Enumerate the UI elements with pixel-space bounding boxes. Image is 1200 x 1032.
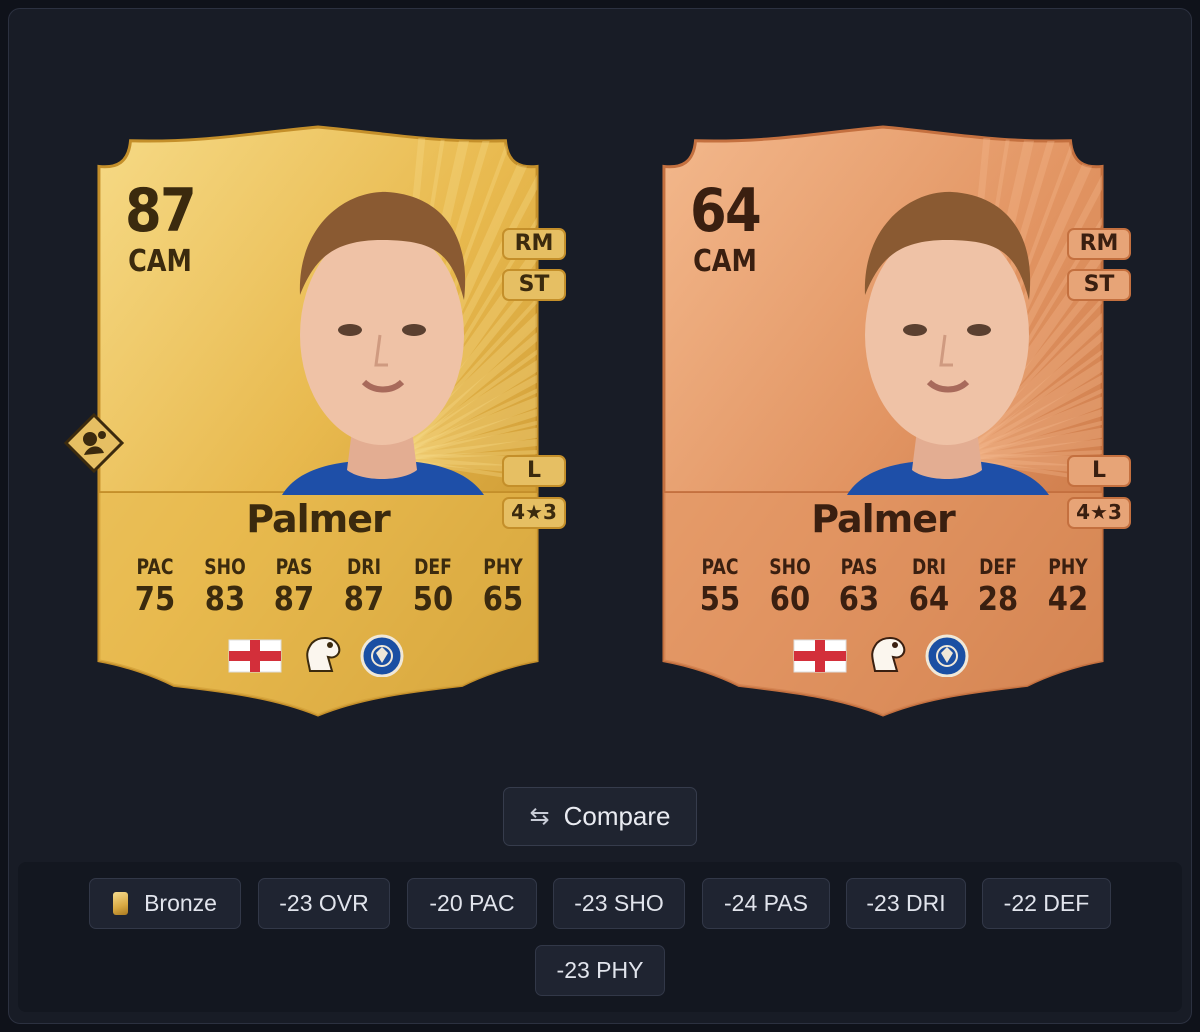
stat-pac: PAC 75 — [124, 555, 186, 619]
alt-position-chip: ST — [502, 269, 566, 301]
stat-value: 42 — [1047, 579, 1089, 618]
differences-panel: Bronze -23 OVR -20 PAC -23 SHO -24 PAS -… — [18, 862, 1182, 1012]
stat-value: 50 — [413, 579, 454, 618]
stat-value: 87 — [273, 579, 315, 618]
stat-phy: PHY 65 — [472, 555, 534, 619]
stat-value: 65 — [482, 579, 524, 618]
preferred-foot-chip: L — [502, 455, 566, 487]
stat-label: DEF — [979, 555, 1018, 579]
diff-pill-pac[interactable]: -20 PAC — [407, 878, 537, 929]
diff-pill-ovr[interactable]: -23 OVR — [258, 878, 390, 929]
diff-label: -22 DEF — [1003, 890, 1090, 916]
stat-value: 63 — [838, 579, 880, 618]
playstyle-plus-icon — [64, 413, 124, 473]
diff-pill-tier[interactable]: Bronze — [89, 878, 241, 929]
stat-label: DEF — [414, 555, 453, 579]
diff-label: -23 SHO — [574, 890, 664, 916]
stat-label: DRI — [346, 555, 381, 579]
stat-phy: PHY 42 — [1037, 555, 1099, 619]
diff-pill-dri[interactable]: -23 DRI — [846, 878, 966, 929]
stat-label: PAS — [275, 555, 313, 579]
alt-position-chip: ST — [1067, 269, 1131, 301]
diff-label: -23 OVR — [279, 890, 369, 916]
compare-label: Compare — [563, 801, 671, 831]
player-portrait — [847, 191, 1049, 495]
compare-button[interactable]: ⇆ Compare — [503, 787, 697, 846]
swap-arrows-icon: ⇆ — [529, 803, 550, 830]
alt-position-chip: RM — [1067, 228, 1131, 260]
england-flag-icon — [228, 639, 282, 673]
player-name: Palmer — [811, 497, 956, 541]
diff-label: -20 PAC — [429, 890, 515, 916]
diff-pill-sho[interactable]: -23 SHO — [553, 878, 685, 929]
stat-dri: DRI 64 — [898, 555, 960, 619]
premier-league-icon — [306, 637, 341, 672]
england-flag-icon — [793, 639, 847, 673]
preferred-foot-chip: L — [1067, 455, 1131, 487]
player-card-bronze[interactable]: 64 CAM RM ST L 4★3 Palmer PAC 55 SHO 60 PA… — [657, 125, 1131, 717]
stat-label: PHY — [1048, 555, 1088, 579]
stat-sho: SHO 83 — [194, 555, 256, 619]
stat-label: PAC — [701, 555, 739, 579]
chelsea-crest-icon — [360, 634, 404, 678]
stat-dri: DRI 87 — [333, 555, 395, 619]
stat-value: 55 — [699, 579, 741, 618]
stat-value: 60 — [769, 579, 810, 618]
stat-label: DRI — [911, 555, 946, 579]
badges-row — [657, 631, 1109, 678]
position-label: CAM — [128, 244, 192, 279]
overall-rating: 64 — [690, 176, 762, 246]
chelsea-crest-icon — [925, 634, 969, 678]
diff-label: -24 PAS — [724, 890, 808, 916]
player-name: Palmer — [246, 497, 391, 541]
stat-def: DEF 28 — [967, 555, 1029, 619]
position-label: CAM — [693, 244, 757, 279]
diff-label: -23 PHY — [556, 957, 644, 983]
stat-pas: PAS 87 — [263, 555, 325, 619]
stat-label: PAS — [840, 555, 878, 579]
diff-label: Bronze — [144, 890, 217, 916]
stat-pac: PAC 55 — [689, 555, 751, 619]
stats-row: PAC 55 SHO 60 PAS 63 DRI 64 DEF 28 PHY 42 — [689, 555, 1099, 619]
stat-value: 75 — [134, 579, 176, 618]
diff-pill-pas[interactable]: -24 PAS — [702, 878, 830, 929]
stat-value: 87 — [343, 579, 384, 618]
stat-value: 83 — [204, 579, 245, 618]
stat-value: 28 — [978, 579, 1019, 618]
stat-label: SHO — [203, 555, 246, 579]
stat-sho: SHO 60 — [759, 555, 821, 619]
stat-value: 64 — [908, 579, 949, 618]
overall-rating: 87 — [125, 176, 197, 246]
stat-label: SHO — [768, 555, 811, 579]
premier-league-icon — [871, 637, 906, 672]
bronze-card-icon — [113, 892, 129, 915]
stat-label: PHY — [483, 555, 523, 579]
stat-pas: PAS 63 — [828, 555, 890, 619]
stat-label: PAC — [136, 555, 174, 579]
diff-label: -23 DRI — [866, 890, 946, 916]
diff-pill-def[interactable]: -22 DEF — [982, 878, 1111, 929]
stat-def: DEF 50 — [402, 555, 464, 619]
diff-pill-phy[interactable]: -23 PHY — [535, 945, 665, 996]
player-portrait — [282, 191, 484, 495]
alt-position-chip: RM — [502, 228, 566, 260]
stats-row: PAC 75 SHO 83 PAS 87 DRI 87 DEF 50 PHY 65 — [124, 555, 534, 619]
player-card-gold[interactable]: 87 CAM RM ST L 4★3 Palmer PAC 75 SHO 83 PA… — [64, 125, 566, 717]
badges-row — [92, 631, 544, 678]
